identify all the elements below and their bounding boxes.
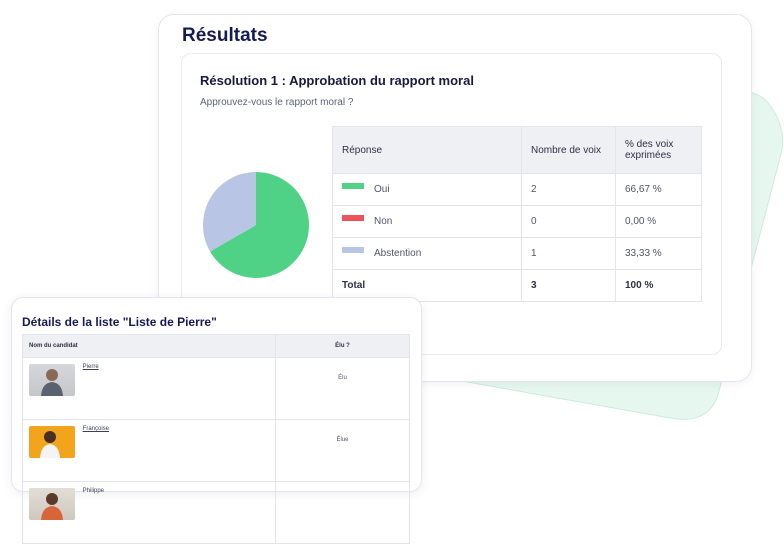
non-color-swatch: [342, 215, 364, 222]
header-response: Réponse: [332, 126, 522, 174]
avatar: [29, 364, 75, 396]
vote-count: 2: [521, 173, 616, 206]
total-percent: 100 %: [615, 269, 702, 302]
response-cell: Non: [332, 205, 522, 238]
candidate-cell: Philippe: [22, 481, 276, 544]
table-row: Philippe: [22, 481, 410, 544]
response-label: Abstention: [374, 248, 422, 259]
vote-count: 1: [521, 237, 616, 270]
elected-status: [275, 481, 410, 544]
oui-color-swatch: [342, 183, 364, 190]
resolution-title: Résolution 1 : Approbation du rapport mo…: [200, 73, 474, 88]
vote-pie-chart: [203, 172, 309, 278]
avatar: [29, 426, 75, 458]
total-count: 3: [521, 269, 616, 302]
abstention-color-swatch: [342, 247, 364, 254]
header-candidate-name: Nom du candidat: [22, 334, 276, 358]
candidate-cell: Pierre: [22, 357, 276, 420]
candidates-table: Nom du candidat Élu ? Pierre Élu Françoi…: [22, 334, 410, 544]
candidate-cell: Françoise: [22, 419, 276, 482]
elected-status: Élu: [275, 357, 410, 420]
response-label: Oui: [374, 184, 390, 195]
candidate-name-link[interactable]: Pierre: [83, 364, 99, 370]
response-cell: Abstention: [332, 237, 522, 270]
response-label: Non: [374, 216, 393, 227]
header-vote-percent: % des voix exprimées: [615, 126, 702, 174]
table-row: Non 0 0,00 %: [332, 205, 702, 238]
vote-count: 0: [521, 205, 616, 238]
resolution-question: Approuvez-vous le rapport moral ?: [200, 97, 354, 108]
header-elected: Élu ?: [275, 334, 410, 358]
candidate-name-link[interactable]: Françoise: [83, 426, 109, 432]
table-row: Françoise Élue: [22, 419, 410, 482]
table-row: Oui 2 66,67 %: [332, 173, 702, 206]
list-details-card: Détails de la liste "Liste de Pierre" No…: [11, 297, 422, 544]
elected-status: Élue: [275, 419, 410, 482]
vote-percent: 33,33 %: [615, 237, 702, 270]
results-title: Résultats: [182, 25, 268, 46]
table-row: Pierre Élu: [22, 357, 410, 420]
header-vote-count: Nombre de voix: [521, 126, 616, 174]
candidate-name: Philippe: [82, 488, 105, 494]
list-details-title: Détails de la liste "Liste de Pierre": [22, 315, 217, 329]
results-table: Réponse Nombre de voix % des voix exprim…: [332, 126, 702, 302]
response-cell: Oui: [332, 173, 522, 206]
table-row: Abstention 1 33,33 %: [332, 237, 702, 270]
vote-percent: 66,67 %: [615, 173, 702, 206]
vote-percent: 0,00 %: [615, 205, 702, 238]
